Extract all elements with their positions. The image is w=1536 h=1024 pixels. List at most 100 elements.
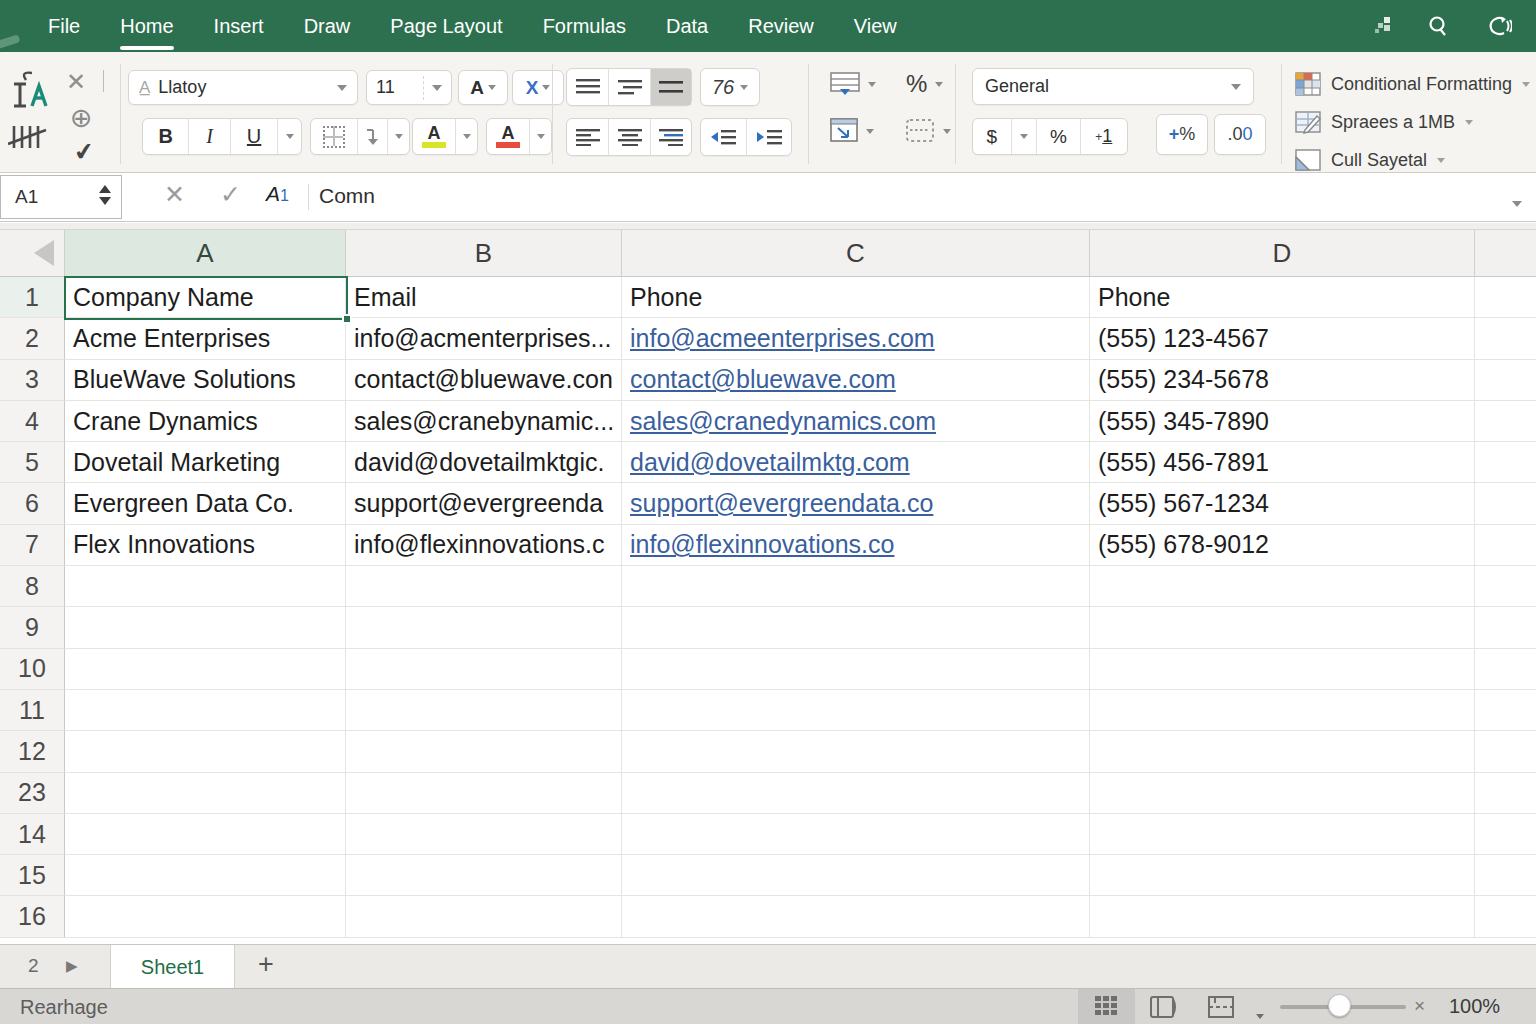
cell-C6[interactable]: support@evergreendata.co	[622, 483, 1090, 524]
apply-check-button[interactable]: ✔	[72, 137, 96, 168]
row-header-7[interactable]: 7	[0, 525, 65, 566]
row-header-12[interactable]: 12	[0, 731, 65, 772]
cell-D23[interactable]	[1090, 773, 1475, 814]
cell-C11[interactable]	[622, 690, 1090, 731]
align-top-button[interactable]	[567, 69, 608, 105]
paste-button[interactable]	[12, 70, 54, 114]
menu-home[interactable]: Home	[120, 15, 173, 38]
cell-E4[interactable]	[1475, 401, 1536, 442]
borders-button[interactable]	[311, 119, 357, 154]
cell-E2[interactable]	[1475, 318, 1536, 359]
row-header-10[interactable]: 10	[0, 649, 65, 690]
cell-C2[interactable]: info@acmeenterprises.com	[622, 318, 1090, 359]
decrease-decimal-button[interactable]: .00	[1214, 114, 1266, 155]
cell-D8[interactable]	[1090, 566, 1475, 607]
cell-D6[interactable]: (555) 567-1234	[1090, 483, 1475, 524]
cell-C16[interactable]	[622, 896, 1090, 937]
font-color-button[interactable]: A	[487, 119, 529, 154]
cell-E3[interactable]	[1475, 360, 1536, 401]
row-header-3[interactable]: 3	[0, 360, 65, 401]
tab-nav-all-button[interactable]: 2	[28, 955, 39, 977]
cell-A16[interactable]	[65, 896, 346, 937]
cell-C3[interactable]: contact@bluewave.com	[622, 360, 1090, 401]
cell-A5[interactable]: Dovetail Marketing	[65, 442, 346, 483]
cell-D15[interactable]	[1090, 855, 1475, 896]
cell-D5[interactable]: (555) 456-7891	[1090, 442, 1475, 483]
cancel-entry-button[interactable]: ✕	[164, 180, 185, 209]
cell-D4[interactable]: (555) 345-7890	[1090, 401, 1475, 442]
menu-insert[interactable]: Insert	[214, 15, 264, 38]
row-header-6[interactable]: 6	[0, 483, 65, 524]
cell-D3[interactable]: (555) 234-5678	[1090, 360, 1475, 401]
percent-format-button[interactable]: %	[1036, 119, 1079, 154]
cell-A15[interactable]	[65, 855, 346, 896]
cell-A11[interactable]	[65, 690, 346, 731]
format-as-table-button[interactable]: Spraees a 1MB	[1295, 110, 1473, 134]
menu-view[interactable]: View	[854, 15, 897, 38]
name-box[interactable]: A1	[0, 175, 122, 219]
select-all-corner[interactable]	[0, 230, 65, 276]
row-header-8[interactable]: 8	[0, 566, 65, 607]
cell-E6[interactable]	[1475, 483, 1536, 524]
underline-button[interactable]: U	[230, 119, 277, 154]
cell-B15[interactable]	[346, 855, 622, 896]
menu-page-layout[interactable]: Page Layout	[390, 15, 502, 38]
cell-E1[interactable]	[1475, 277, 1536, 318]
cell-D12[interactable]	[1090, 731, 1475, 772]
cell-C14[interactable]	[622, 814, 1090, 855]
cell-A3[interactable]: BlueWave Solutions	[65, 360, 346, 401]
cell-B3[interactable]: contact@bluewave.con	[346, 360, 622, 401]
cell-A2[interactable]: Acme Enterprises	[65, 318, 346, 359]
add-sheet-button[interactable]: +	[258, 949, 274, 980]
increase-indent-button[interactable]	[746, 119, 791, 155]
cell-A4[interactable]: Crane Dynamics	[65, 401, 346, 442]
border-style-button[interactable]	[357, 119, 387, 154]
clear-format-button[interactable]: X	[512, 70, 564, 105]
zoom-level-label[interactable]: 100%	[1449, 995, 1500, 1018]
cell-C10[interactable]	[622, 649, 1090, 690]
cell-D16[interactable]	[1090, 896, 1475, 937]
menu-formulas[interactable]: Formulas	[543, 15, 626, 38]
row-header-15[interactable]: 15	[0, 855, 65, 896]
cell-D14[interactable]	[1090, 814, 1475, 855]
cell-E12[interactable]	[1475, 731, 1536, 772]
italic-button[interactable]: I	[188, 119, 229, 154]
row-header-11[interactable]: 11	[0, 690, 65, 731]
column-header-C[interactable]: C	[622, 230, 1090, 276]
cell-E7[interactable]	[1475, 525, 1536, 566]
menu-data[interactable]: Data	[666, 15, 708, 38]
cell-A12[interactable]	[65, 731, 346, 772]
formula-bar-expand-icon[interactable]	[1512, 193, 1522, 211]
search-icon[interactable]	[1426, 14, 1450, 38]
cell-D10[interactable]	[1090, 649, 1475, 690]
normal-view-button[interactable]	[1078, 989, 1135, 1024]
cell-D1[interactable]: Phone	[1090, 277, 1475, 318]
menu-review[interactable]: Review	[748, 15, 814, 38]
cell-D2[interactable]: (555) 123-4567	[1090, 318, 1475, 359]
menu-draw[interactable]: Draw	[304, 15, 351, 38]
bold-button[interactable]: B	[143, 119, 188, 154]
cell-B5[interactable]: david@dovetailmktgic.	[346, 442, 622, 483]
column-header-D[interactable]: D	[1090, 230, 1475, 276]
font-name-select[interactable]: A̲ Llatoy	[128, 70, 358, 105]
copy-button[interactable]: ⊕	[70, 102, 93, 134]
cell-B14[interactable]	[346, 814, 622, 855]
menu-file[interactable]: File	[48, 15, 80, 38]
zoom-slider-thumb[interactable]	[1328, 994, 1351, 1017]
comma-format-button[interactable]: +1	[1080, 119, 1127, 154]
row-header-14[interactable]: 14	[0, 814, 65, 855]
sheet-tab-sheet1[interactable]: Sheet1	[110, 945, 235, 989]
page-layout-view-button[interactable]	[1150, 995, 1178, 1023]
cut-button[interactable]: ✕	[66, 68, 86, 96]
font-color-caret-button[interactable]	[529, 119, 551, 154]
cell-A8[interactable]	[65, 566, 346, 607]
cell-C4[interactable]: sales@cranedynamics.com	[622, 401, 1090, 442]
highlight-color-button[interactable]: A	[413, 119, 455, 154]
cell-B9[interactable]	[346, 607, 622, 648]
align-bottom-button[interactable]	[650, 69, 691, 105]
underline-caret-button[interactable]	[277, 119, 301, 154]
align-middle-button[interactable]	[608, 69, 649, 105]
cell-B16[interactable]	[346, 896, 622, 937]
percent-style-button[interactable]: %	[906, 70, 943, 98]
font-size-select[interactable]: 11	[366, 70, 452, 105]
